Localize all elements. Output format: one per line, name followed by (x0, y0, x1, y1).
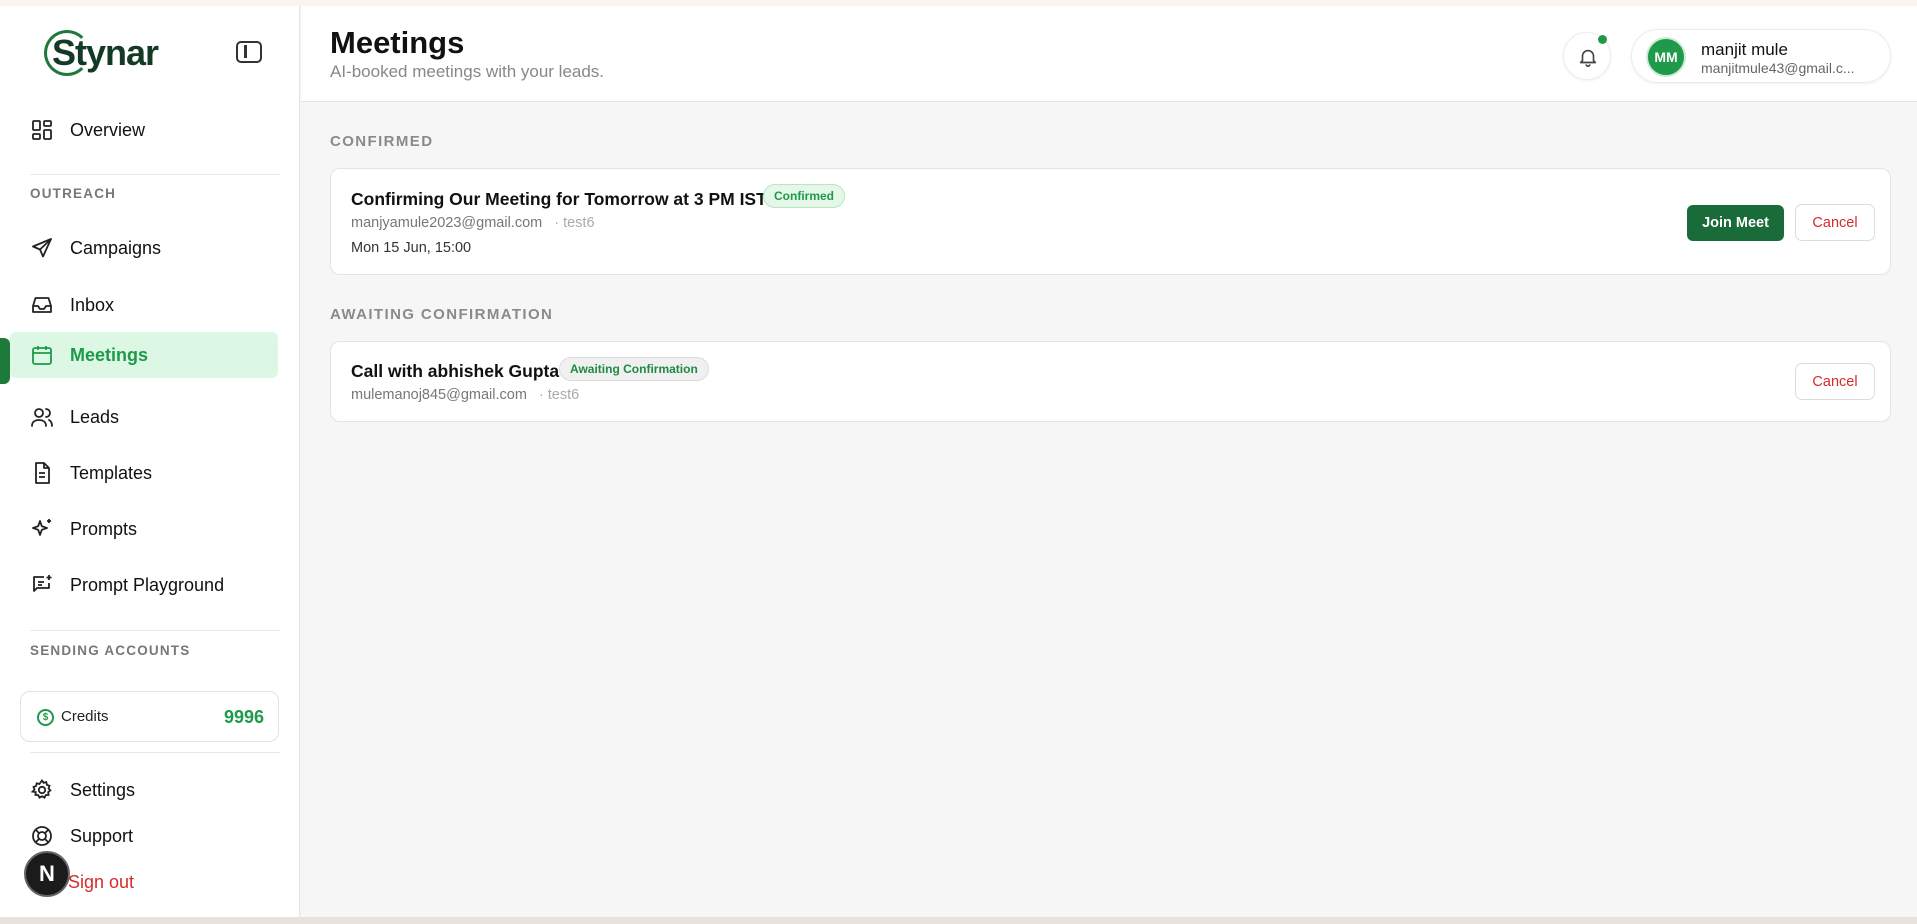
sidebar-item-label: Inbox (70, 295, 115, 315)
sidebar-item-label: Leads (70, 407, 120, 427)
meeting-card: Confirming Our Meeting for Tomorrow at 3… (330, 168, 1891, 275)
section-outreach: OUTREACH (30, 186, 117, 201)
divider (30, 174, 280, 175)
page-header: Meetings AI-booked meetings with your le… (301, 6, 1917, 102)
document-icon (35, 462, 50, 484)
user-name: manjit mule (1701, 40, 1788, 59)
logo-text: Stynar (52, 32, 159, 73)
sign-out-link[interactable]: Sign out (68, 872, 134, 893)
bell-icon (1579, 49, 1597, 67)
page-title: Meetings (330, 25, 465, 60)
lifebuoy-icon (32, 826, 52, 846)
sidebar-item-inbox[interactable]: Inbox (10, 282, 278, 328)
avatar: MM (1646, 37, 1686, 77)
gear-icon (30, 778, 52, 799)
sidebar-item-overview[interactable]: Overview (10, 107, 278, 153)
join-meet-button[interactable]: Join Meet (1687, 205, 1784, 241)
sidebar-item-prompt-playground[interactable]: Prompt Playground (10, 562, 278, 608)
chat-sparkle-icon (33, 575, 52, 592)
user-menu[interactable]: MM manjit mule manjitmule43@gmail.c... (1631, 29, 1891, 83)
send-icon (32, 238, 52, 258)
cancel-button[interactable]: Cancel (1795, 204, 1875, 241)
active-indicator (0, 338, 10, 384)
meeting-meta: manjyamule2023@gmail.com · test6 (351, 215, 595, 231)
logo[interactable]: Stynar (44, 24, 168, 82)
sidebar: Stynar Overview OUTREACH Campaigns Inbox… (0, 6, 300, 917)
calendar-icon (32, 346, 52, 365)
inbox-icon (32, 297, 52, 313)
cancel-button[interactable]: Cancel (1795, 363, 1875, 400)
sidebar-item-label: Settings (70, 780, 136, 800)
page-subtitle: AI-booked meetings with your leads. (330, 62, 605, 81)
notification-dot (1598, 35, 1607, 44)
status-badge: Awaiting Confirmation (559, 357, 709, 381)
sidebar-item-meetings[interactable]: Meetings (10, 332, 278, 378)
meeting-card: Call with abhishek Gupta Awaiting Confir… (330, 341, 1891, 422)
user-email: manjitmule43@gmail.c... (1701, 60, 1855, 76)
group-label-confirmed: CONFIRMED (330, 133, 434, 150)
sidebar-item-label: Support (70, 826, 134, 846)
main-content: Meetings AI-booked meetings with your le… (301, 6, 1917, 917)
sidebar-item-campaigns[interactable]: Campaigns (10, 225, 278, 271)
sidebar-item-label: Overview (70, 120, 146, 140)
sidebar-item-label: Campaigns (70, 238, 162, 258)
group-label-awaiting: AWAITING CONFIRMATION (330, 306, 554, 323)
bottom-strip (0, 917, 1917, 924)
sidebar-item-templates[interactable]: Templates (10, 450, 278, 496)
sparkle-icon (32, 519, 51, 536)
credits-card[interactable]: $ Credits 9996 (20, 691, 279, 742)
section-sending-accounts: SENDING ACCOUNTS (30, 643, 191, 658)
divider (30, 752, 280, 753)
dollar-circle-icon: $ (37, 709, 54, 726)
grid-icon (32, 120, 52, 140)
meeting-title: Confirming Our Meeting for Tomorrow at 3… (351, 189, 767, 209)
sidebar-item-label: Prompt Playground (70, 575, 225, 595)
sidebar-toggle-icon[interactable] (236, 41, 262, 63)
sidebar-item-label: Meetings (70, 345, 149, 365)
sidebar-item-leads[interactable]: Leads (10, 394, 278, 440)
sidebar-item-prompts[interactable]: Prompts (10, 506, 278, 552)
meeting-meta: mulemanoj845@gmail.com · test6 (351, 387, 579, 403)
floating-badge[interactable]: N (24, 851, 70, 897)
sidebar-item-label: Prompts (70, 519, 138, 539)
sidebar-item-label: Templates (70, 463, 153, 483)
credits-value: 9996 (223, 707, 264, 727)
sidebar-item-settings[interactable]: Settings (10, 767, 278, 813)
status-badge: Confirmed (763, 184, 845, 208)
meeting-email: mulemanoj845@gmail.com (351, 387, 527, 403)
meeting-title: Call with abhishek Gupta (351, 361, 560, 381)
users-icon (31, 408, 53, 427)
meeting-email: manjyamule2023@gmail.com (351, 215, 543, 231)
divider (30, 630, 280, 631)
meeting-campaign: · test6 (538, 387, 580, 403)
meeting-datetime: Mon 15 Jun, 15:00 (351, 240, 472, 256)
credits-label: Credits (61, 708, 109, 725)
meeting-campaign: · test6 (554, 215, 595, 231)
